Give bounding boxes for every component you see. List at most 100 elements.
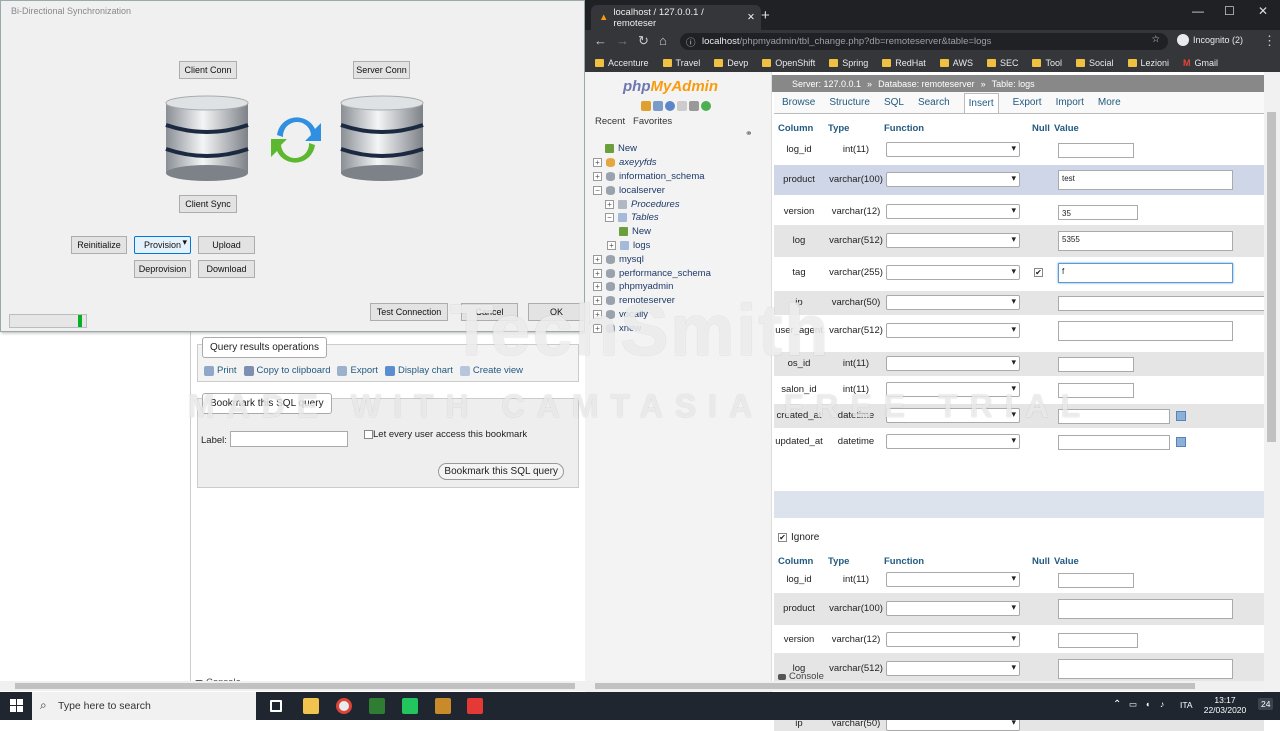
tree-item-mysql[interactable]: + mysql — [593, 252, 711, 266]
collapse-icon[interactable]: − — [605, 213, 614, 223]
file-explorer-icon[interactable] — [303, 698, 319, 714]
app-icon-2[interactable] — [402, 698, 418, 714]
bookmark-label-input[interactable] — [230, 431, 348, 447]
deprovision-button[interactable]: Deprovision — [134, 260, 191, 278]
function-select[interactable] — [886, 233, 1020, 248]
expand-icon[interactable]: + — [593, 158, 602, 168]
tree-item-tables[interactable]: − Tables — [593, 211, 711, 225]
back-icon[interactable]: ← — [594, 33, 607, 48]
speaker-icon[interactable]: ◖ — [1145, 699, 1150, 709]
tab-insert[interactable]: Insert — [963, 92, 999, 113]
tab-more[interactable]: More — [1098, 97, 1121, 108]
tree-item-axeyyfds[interactable]: + axeyyfds — [593, 156, 711, 170]
pma-vscrollbar[interactable] — [1264, 72, 1280, 692]
function-select[interactable] — [886, 172, 1020, 187]
maximize-icon[interactable]: ☐ — [1224, 4, 1235, 18]
notification-badge[interactable]: 24 — [1258, 698, 1274, 710]
tab-browse[interactable]: Browse — [782, 97, 815, 108]
download-button[interactable]: Download — [198, 260, 255, 278]
tree-item-new-table[interactable]: New — [593, 225, 711, 239]
network-icon[interactable]: ▭ — [1129, 699, 1137, 710]
bookmark-social[interactable]: Social — [1075, 58, 1114, 68]
windows-start-icon[interactable] — [10, 699, 23, 712]
ignore-checkbox[interactable]: ✔ — [778, 533, 787, 542]
home-icon[interactable]: ⌂ — [659, 33, 667, 48]
tree-item-procedures[interactable]: + Procedures — [593, 197, 711, 211]
tab-search[interactable]: Search — [918, 97, 950, 108]
function-select[interactable] — [886, 632, 1020, 647]
expand-icon[interactable]: + — [593, 171, 602, 181]
function-select[interactable] — [886, 601, 1020, 616]
breadcrumb-table[interactable]: Table: logs — [992, 79, 1035, 89]
server-conn-button[interactable]: Server Conn — [353, 61, 410, 79]
bookmark-tool[interactable]: Tool — [1032, 58, 1062, 68]
value-input[interactable] — [1058, 659, 1233, 679]
reinitialize-button[interactable]: Reinitialize — [71, 236, 127, 254]
calendar-icon[interactable] — [1176, 437, 1186, 447]
bookmark-redhat[interactable]: RedHat — [882, 58, 926, 68]
bookmark-lezioni[interactable]: Lezioni — [1127, 58, 1169, 68]
bookmark-travel[interactable]: Travel — [662, 58, 700, 68]
tree-item-logs[interactable]: + logs — [593, 239, 711, 253]
pma-hscroll-thumb[interactable] — [595, 683, 1195, 689]
reload-icon[interactable]: ↻ — [638, 33, 649, 49]
function-select[interactable] — [886, 434, 1020, 449]
tab-export[interactable]: Export — [1013, 97, 1042, 108]
bookmark-devp[interactable]: Devp — [714, 58, 748, 68]
bookmark-accenture[interactable]: Accenture — [595, 58, 649, 68]
value-input[interactable] — [1058, 434, 1170, 450]
function-select[interactable] — [886, 661, 1020, 676]
reload-nav-icon[interactable] — [701, 101, 711, 111]
expand-icon[interactable]: + — [605, 199, 614, 209]
tree-item-localserver[interactable]: − localserver — [593, 183, 711, 197]
value-input[interactable] — [1058, 632, 1138, 648]
value-input[interactable]: test — [1058, 170, 1233, 190]
tab-sql[interactable]: SQL — [884, 97, 904, 108]
forward-icon[interactable]: → — [616, 33, 629, 48]
breadcrumb-server[interactable]: Server: 127.0.0.1 — [792, 79, 861, 89]
left-hscroll-thumb[interactable] — [15, 683, 575, 689]
value-input[interactable]: 5355 — [1058, 231, 1233, 251]
camtasia-icon[interactable] — [467, 698, 483, 714]
tab-import[interactable]: Import — [1056, 97, 1084, 108]
collapse-icon[interactable]: − — [593, 185, 602, 195]
client-sync-button[interactable]: Client Sync — [179, 195, 237, 213]
url-input[interactable]: ⓘ localhost/phpmyadmin/tbl_change.php?db… — [680, 33, 1168, 50]
null-checkbox[interactable]: ✔ — [1034, 268, 1043, 277]
function-select[interactable] — [886, 572, 1020, 587]
bookmark-star-icon[interactable]: ☆ — [1151, 34, 1160, 45]
chrome-icon[interactable] — [336, 698, 352, 714]
browser-tab-active[interactable]: ▲ localhost / 127.0.0.1 / remoteser ✕ — [591, 5, 761, 30]
bookmark-sec[interactable]: SEC — [986, 58, 1018, 68]
incognito-profile[interactable]: Incognito (2) — [1177, 34, 1243, 46]
ignore-option[interactable]: ✔ Ignore — [778, 532, 819, 543]
tree-item-new[interactable]: New — [593, 142, 711, 156]
provision-button[interactable]: Provision — [134, 236, 191, 254]
bookmark-spring[interactable]: Spring — [829, 58, 868, 68]
tree-item-performance-schema[interactable]: + performance_schema — [593, 266, 711, 280]
app-icon-3[interactable] — [435, 698, 451, 714]
let-every-user-checkbox[interactable] — [364, 430, 373, 439]
tab-close-icon[interactable]: ✕ — [747, 12, 755, 23]
volume-icon[interactable]: ♪ — [1160, 699, 1164, 709]
task-view-icon[interactable] — [270, 700, 282, 712]
value-input[interactable]: 35 — [1058, 204, 1138, 220]
bookmark-button[interactable]: Bookmark this SQL query — [438, 463, 564, 480]
pma-hscrollbar[interactable] — [585, 681, 1264, 691]
bookmark-aws[interactable]: AWS — [939, 58, 973, 68]
taskbar-search[interactable]: ⌕ Type here to search — [32, 692, 256, 720]
window-close-icon[interactable]: ✕ — [1258, 4, 1268, 18]
docs-icon[interactable] — [677, 101, 687, 111]
value-input[interactable]: f — [1058, 263, 1233, 283]
app-icon-1[interactable] — [369, 698, 385, 714]
left-hscrollbar[interactable] — [0, 681, 585, 691]
clock[interactable]: 13:17 22/03/2020 — [1200, 695, 1250, 715]
tree-item-information-schema[interactable]: + information_schema — [593, 170, 711, 184]
favorites-tab[interactable]: Favorites — [633, 116, 672, 127]
tray-chevron-icon[interactable]: ⌃ — [1113, 699, 1121, 710]
bookmark-openshift[interactable]: OpenShift — [762, 58, 815, 68]
info-icon[interactable]: ⓘ — [686, 35, 696, 49]
logout-icon[interactable] — [653, 101, 663, 111]
function-select[interactable] — [886, 265, 1020, 280]
settings-icon[interactable] — [689, 101, 699, 111]
